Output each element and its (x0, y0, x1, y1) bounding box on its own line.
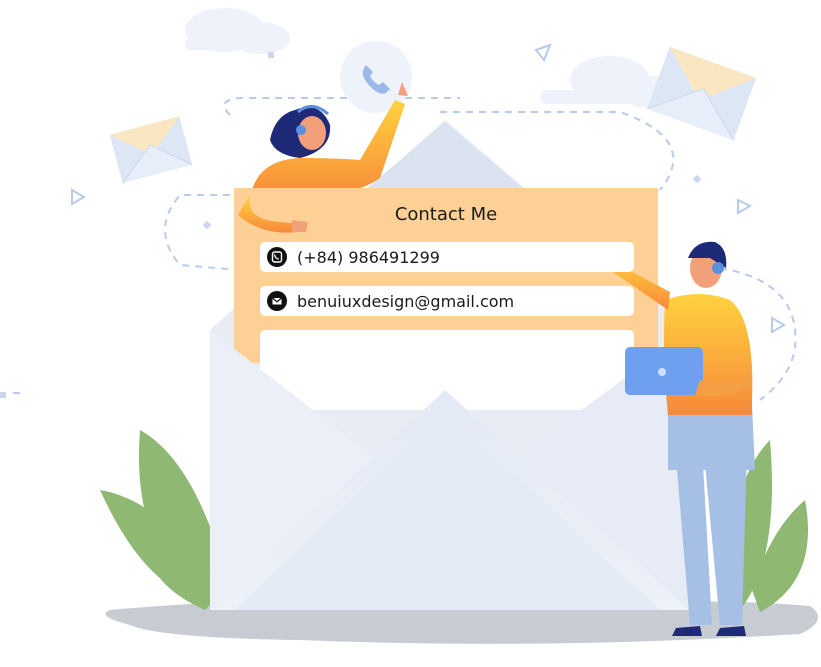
email-address: benuiuxdesign@gmail.com (297, 291, 515, 311)
phone-bubble-icon (340, 41, 412, 113)
floating-envelope-left (109, 116, 193, 184)
phone-number: (+84) 986491299 (297, 247, 440, 267)
email-row[interactable]: benuiuxdesign@gmail.com (260, 286, 634, 316)
phone-icon (267, 247, 287, 267)
cloud-left (185, 8, 290, 54)
contact-illustration (0, 8, 818, 644)
card-title: Contact Me (394, 204, 498, 225)
mail-icon (267, 291, 287, 311)
floating-envelope-right (646, 46, 757, 141)
plant-left (100, 430, 215, 610)
phone-row[interactable]: (+84) 986491299 (260, 242, 634, 272)
